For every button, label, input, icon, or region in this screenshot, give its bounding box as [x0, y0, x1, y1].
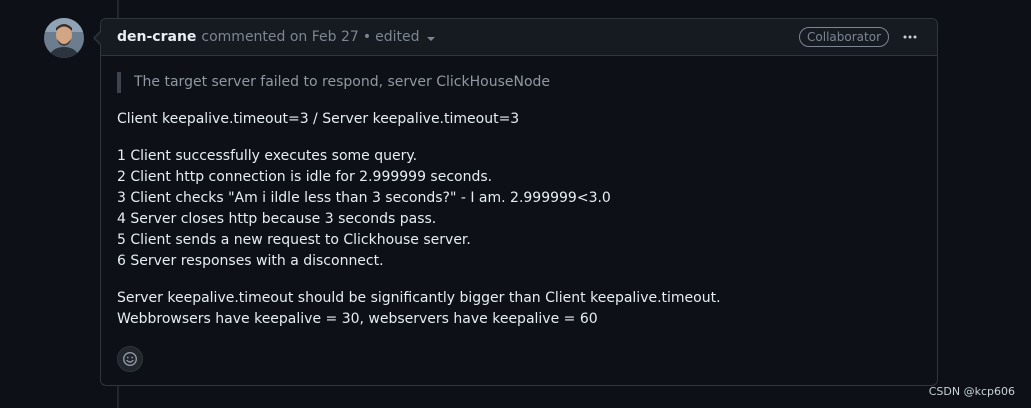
comment-caret-inner [95, 31, 102, 45]
comment-menu-button[interactable] [899, 27, 921, 47]
author-avatar[interactable] [44, 18, 84, 58]
separator-bullet: • [362, 29, 372, 45]
steps-list: 1 Client successfully executes some quer… [117, 146, 921, 272]
reactions-bar [117, 346, 143, 372]
step-line: 6 Server responses with a disconnect. [117, 253, 384, 269]
comment-action: commented on Feb 27 [201, 29, 358, 45]
blockquote: The target server failed to respond, ser… [117, 72, 921, 93]
step-line: 2 Client http connection is idle for 2.9… [117, 169, 493, 185]
edited-label: edited [375, 29, 420, 45]
page: den-crane commented on Feb 27 • edited C… [0, 0, 1031, 408]
author-link[interactable]: den-crane [117, 29, 196, 45]
chevron-down-icon [427, 36, 436, 41]
comment-date[interactable]: Feb 27 [312, 29, 359, 45]
role-badge: Collaborator [799, 27, 889, 47]
conclusion-line-2: Webbrowsers have keepalive = 30, webserv… [117, 311, 598, 327]
step-line: 5 Client sends a new request to Clickhou… [117, 232, 471, 248]
header-actions: Collaborator [799, 27, 921, 47]
step-line: 3 Client checks "Am i ildle less than 3 … [117, 190, 611, 206]
action-text: commented on [201, 29, 308, 45]
timeouts-line: Client keepalive.timeout=3 / Server keep… [117, 111, 520, 127]
comment-body: The target server failed to respond, ser… [101, 56, 937, 330]
step-line: 4 Server closes http because 3 seconds p… [117, 211, 437, 227]
watermark: CSDN @kcp606 [928, 385, 1015, 398]
conclusion-line-1: Server keepalive.timeout should be signi… [117, 290, 721, 306]
comment-box: den-crane commented on Feb 27 • edited C… [93, 18, 938, 386]
edited-dropdown[interactable]: edited [375, 29, 436, 45]
add-reaction-button[interactable] [117, 346, 143, 372]
avatar-photo-icon [44, 18, 84, 58]
kebab-horizontal-icon [903, 35, 917, 39]
comment-header: den-crane commented on Feb 27 • edited C… [101, 19, 937, 56]
conclusion: Server keepalive.timeout should be signi… [117, 288, 921, 330]
step-line: 1 Client successfully executes some quer… [117, 148, 418, 164]
smiley-icon [122, 351, 138, 367]
